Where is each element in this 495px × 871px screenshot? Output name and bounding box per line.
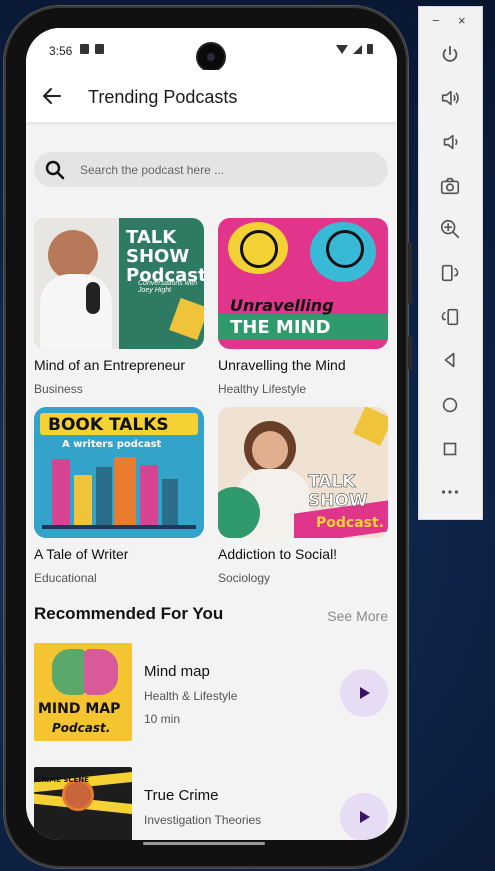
volume-down-icon[interactable]	[438, 130, 462, 154]
cover-title: TALK SHOW	[308, 472, 368, 511]
cover-subtitle: A writers podcast	[62, 439, 162, 450]
card-title: Addiction to Social!	[218, 546, 338, 562]
notification-icons	[80, 44, 104, 54]
item-category: Investigation Theories	[144, 813, 262, 827]
podcast-cover: Unravelling THE MIND	[218, 218, 388, 349]
rotate-left-icon[interactable]	[438, 261, 462, 285]
item-duration: 10 min	[144, 712, 181, 726]
status-right-icons	[336, 44, 373, 54]
podcast-card[interactable]: Unravelling THE MIND Unravelling the Min…	[218, 218, 388, 396]
play-button[interactable]	[340, 793, 388, 840]
item-title: Mind map	[144, 663, 210, 680]
minimize-button[interactable]: −	[432, 13, 440, 28]
home-icon[interactable]	[438, 393, 462, 417]
more-icon[interactable]	[438, 480, 462, 504]
card-category: Business	[34, 382, 83, 396]
card-title: Unravelling the Mind	[218, 357, 346, 373]
podcast-thumbnail: MIND MAP Podcast.	[34, 643, 132, 741]
cover-title: BOOK TALKS	[48, 415, 169, 435]
signal-icon	[353, 44, 362, 54]
camera-icon[interactable]	[438, 174, 462, 198]
podcast-card[interactable]: TALK SHOW Podcast. Conversations with Jo…	[34, 218, 204, 396]
back-icon[interactable]	[438, 348, 462, 372]
phone-frame: 3:56 Trending Podcasts Search the podcas…	[4, 6, 412, 868]
item-category: Health & Lifestyle	[144, 689, 238, 703]
cover-subtitle: Podcast.	[316, 515, 384, 531]
notification-a-icon	[80, 44, 89, 54]
play-button[interactable]	[340, 669, 388, 717]
app-bar: Trending Podcasts	[26, 70, 397, 122]
back-arrow-icon[interactable]	[40, 84, 64, 108]
volume-up-icon[interactable]	[438, 86, 462, 110]
overview-icon[interactable]	[438, 437, 462, 461]
card-title: Mind of an Entrepreneur	[34, 357, 185, 373]
cover-title: TALK SHOW Podcast.	[126, 227, 204, 286]
power-side-button	[408, 336, 412, 370]
front-camera	[198, 44, 224, 70]
search-icon	[45, 160, 65, 180]
card-category: Healthy Lifestyle	[218, 382, 307, 396]
search-input[interactable]: Search the podcast here ...	[80, 163, 224, 177]
list-item[interactable]: MIND MAP Podcast. Mind map Health & Life…	[34, 643, 388, 741]
sd-card-icon	[95, 44, 104, 54]
card-category: Educational	[34, 571, 97, 585]
section-heading: Recommended For You	[34, 604, 224, 623]
podcast-card[interactable]: TALK SHOW Podcast. Addiction to Social! …	[218, 407, 388, 585]
status-bar: 3:56	[26, 28, 397, 70]
card-title: A Tale of Writer	[34, 546, 129, 562]
volume-rocker	[408, 242, 412, 304]
battery-icon	[367, 44, 373, 54]
thumb-title: CRIME SCENE	[36, 776, 89, 784]
cover-subtitle: Conversations with Joey Hight	[138, 280, 198, 294]
cover-title: Unravelling	[230, 296, 334, 315]
page-title: Trending Podcasts	[88, 87, 238, 107]
podcast-cover: TALK SHOW Podcast. Conversations with Jo…	[34, 218, 204, 349]
podcast-cover: TALK SHOW Podcast.	[218, 407, 388, 538]
thumb-subtitle: Podcast.	[52, 721, 111, 735]
podcast-card[interactable]: BOOK TALKS A writers podcast A Tale of W…	[34, 407, 204, 585]
rotate-right-icon[interactable]	[438, 305, 462, 329]
zoom-in-icon[interactable]	[438, 217, 462, 241]
status-time: 3:56	[49, 44, 73, 58]
item-title: True Crime	[144, 787, 219, 804]
list-item[interactable]: CRIME SCENE True Crime Investigation The…	[34, 767, 388, 840]
phone-screen: 3:56 Trending Podcasts Search the podcas…	[26, 28, 397, 840]
cover-title-line2: THE MIND	[230, 317, 331, 338]
podcast-thumbnail: CRIME SCENE	[34, 767, 132, 840]
search-bar[interactable]: Search the podcast here ...	[34, 152, 388, 187]
power-icon[interactable]	[438, 43, 462, 67]
emulator-toolbar: − ×	[418, 6, 483, 520]
gesture-nav-bar[interactable]	[143, 842, 265, 845]
thumb-title: MIND MAP	[38, 701, 121, 717]
wifi-icon	[336, 44, 348, 54]
podcast-cover: BOOK TALKS A writers podcast	[34, 407, 204, 538]
card-category: Sociology	[218, 571, 271, 585]
see-more-link[interactable]: See More	[327, 608, 388, 624]
close-button[interactable]: ×	[458, 13, 466, 28]
